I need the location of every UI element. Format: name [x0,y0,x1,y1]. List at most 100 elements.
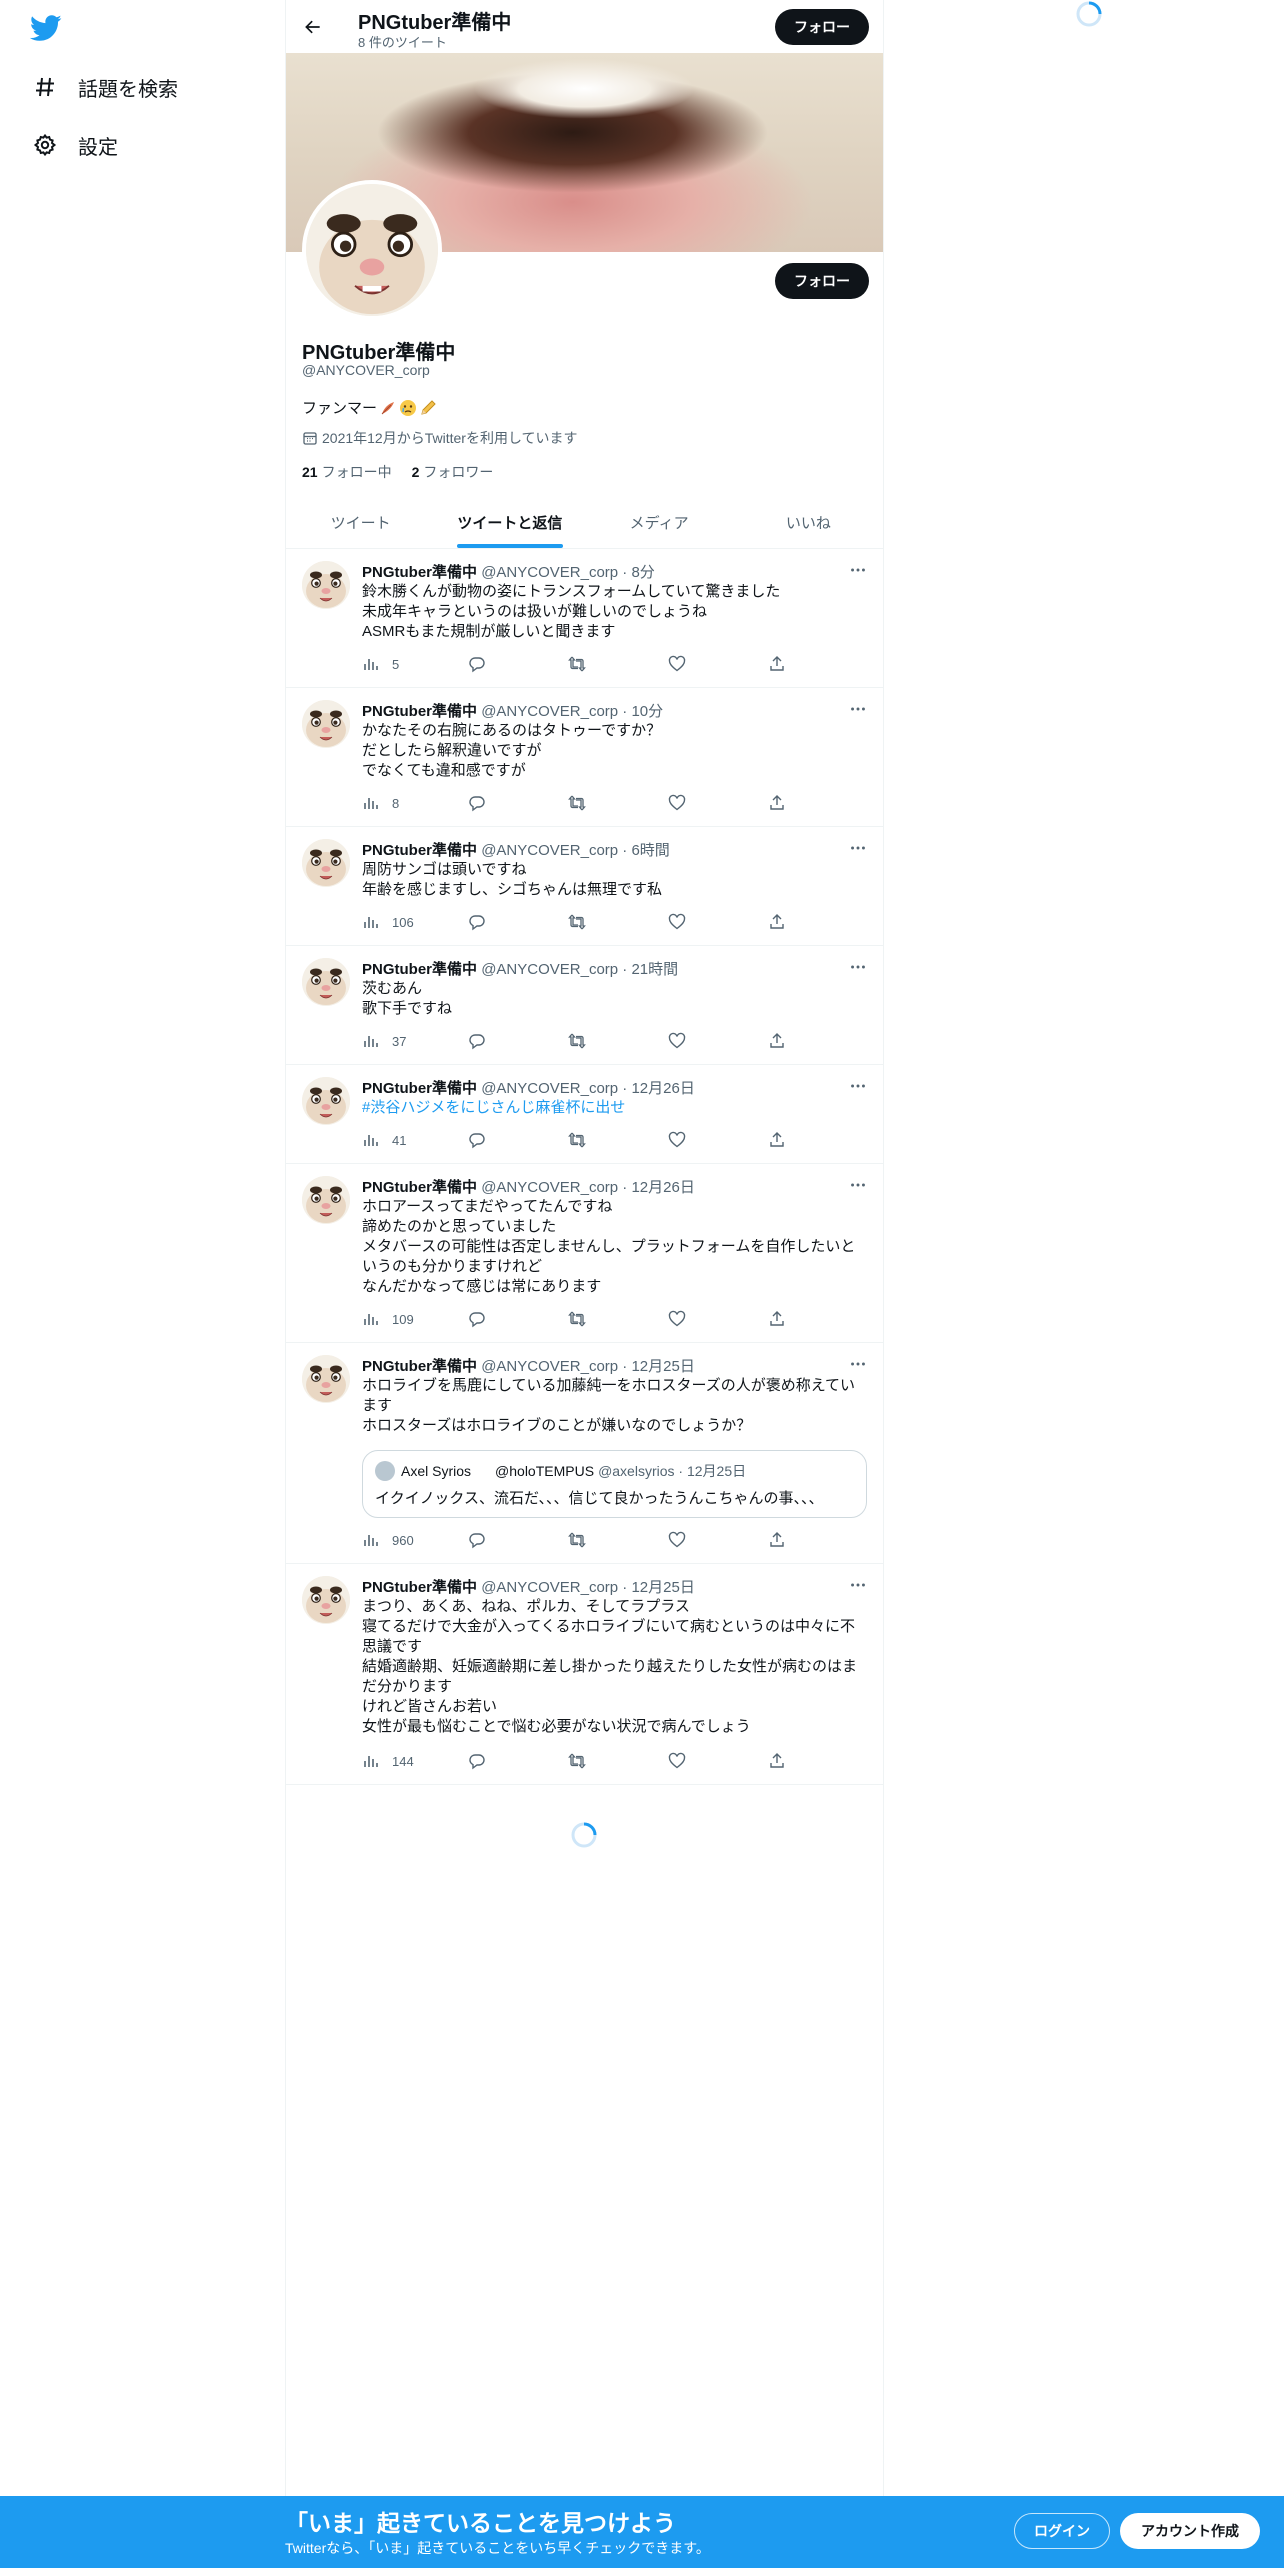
retweet-button[interactable] [568,1032,586,1050]
tweet-handle-time[interactable]: @ANYCOVER_corp · 12月26日 [481,1179,695,1196]
more-options-icon[interactable] [847,1174,869,1196]
retweet-button[interactable] [568,913,586,931]
tweet[interactable]: PNGtuber準備中 @ANYCOVER_corp · 6時間 周防サンゴは頭い… [286,827,883,946]
reply-button[interactable] [468,1531,486,1549]
tweet-author-name[interactable]: PNGtuber準備中 [362,1179,477,1196]
reply-button[interactable] [468,913,486,931]
retweet-button[interactable] [568,1531,586,1549]
tweet-author-name[interactable]: PNGtuber準備中 [362,703,477,720]
tab-tweets[interactable]: ツイート [286,496,435,548]
tweet-avatar[interactable] [302,700,350,748]
retweet-button[interactable] [568,794,586,812]
tweet-author-name[interactable]: PNGtuber準備中 [362,842,477,859]
more-options-icon[interactable] [847,698,869,720]
tweet[interactable]: PNGtuber準備中 @ANYCOVER_corp · 21時間 茨むあん 歌下手… [286,946,883,1065]
nav-explore[interactable]: 話題を検索 [32,65,178,109]
more-options-icon[interactable] [847,559,869,581]
retweet-button[interactable] [568,1310,586,1328]
tweet-author-name[interactable]: PNGtuber準備中 [362,961,477,978]
tweet-author-name[interactable]: PNGtuber準備中 [362,1579,477,1596]
hashtag-link[interactable]: #渋谷ハジメをにじさんじ麻雀杯に出せ [362,1098,867,1118]
tweet[interactable]: PNGtuber準備中 @ANYCOVER_corp · 10分 かなたその右腕に… [286,688,883,827]
tweet-author-name[interactable]: PNGtuber準備中 [362,1080,477,1097]
tweet-avatar[interactable] [302,1077,350,1125]
tweet-avatar[interactable] [302,561,350,609]
like-button[interactable] [668,1032,686,1050]
reply-button[interactable] [468,655,486,673]
reply-button[interactable] [468,1752,486,1770]
back-arrow-icon[interactable] [296,10,330,44]
tweet-avatar[interactable] [302,958,350,1006]
login-button[interactable]: ログイン [1014,2513,1110,2549]
tweet-avatar[interactable] [302,1576,350,1624]
share-button[interactable] [768,1310,786,1328]
following-link[interactable]: 21 フォロー中 [302,462,392,482]
views-button[interactable]: 144 [362,1752,414,1770]
tweet-avatar[interactable] [302,1176,350,1224]
like-button[interactable] [668,794,686,812]
reply-button[interactable] [468,1310,486,1328]
tweet-handle-time[interactable]: @ANYCOVER_corp · 6時間 [481,842,670,859]
profile-name: PNGtuber準備中 [302,342,456,364]
tweet-handle-time[interactable]: @ANYCOVER_corp · 12月26日 [481,1080,695,1097]
share-button[interactable] [768,1752,786,1770]
views-button[interactable]: 8 [362,794,399,812]
share-button[interactable] [768,1531,786,1549]
reply-icon [468,1310,486,1328]
like-button[interactable] [668,655,686,673]
tab-likes[interactable]: いいね [734,496,883,548]
twitter-bird-icon[interactable] [29,12,66,48]
profile-follow-button[interactable]: フォロー [775,263,869,299]
tweet-handle-time[interactable]: @ANYCOVER_corp · 10分 [481,703,663,720]
tweet[interactable]: PNGtuber準備中 @ANYCOVER_corp · 12月26日 ホロアース… [286,1164,883,1343]
like-button[interactable] [668,1310,686,1328]
views-button[interactable]: 106 [362,913,414,931]
share-button[interactable] [768,1032,786,1050]
share-button[interactable] [768,1131,786,1149]
share-button[interactable] [768,655,786,673]
quoted-tweet[interactable]: Axel Syrios @holoTEMPUS @axelsyrios · 12月2… [362,1450,867,1518]
retweet-button[interactable] [568,1752,586,1770]
like-button[interactable] [668,1131,686,1149]
tweet-avatar[interactable] [302,1355,350,1403]
reply-button[interactable] [468,1131,486,1149]
views-button[interactable]: 960 [362,1531,414,1549]
like-button[interactable] [668,913,686,931]
tweet-avatar[interactable] [302,839,350,887]
share-button[interactable] [768,794,786,812]
more-options-icon[interactable] [847,1075,869,1097]
profile-avatar[interactable] [302,180,442,320]
like-icon [668,655,686,673]
share-button[interactable] [768,913,786,931]
views-button[interactable]: 37 [362,1032,406,1050]
reply-button[interactable] [468,794,486,812]
create-account-button[interactable]: アカウント作成 [1120,2513,1260,2549]
tweet-handle-time[interactable]: @ANYCOVER_corp · 8分 [481,564,655,581]
tweet-handle-time[interactable]: @ANYCOVER_corp · 12月25日 [481,1579,695,1596]
views-button[interactable]: 109 [362,1310,414,1328]
tweet-author-name[interactable]: PNGtuber準備中 [362,564,477,581]
more-options-icon[interactable] [847,1574,869,1596]
tweet-handle-time[interactable]: @ANYCOVER_corp · 21時間 [481,961,678,978]
reply-button[interactable] [468,1032,486,1050]
more-options-icon[interactable] [847,956,869,978]
tweet-handle-time[interactable]: @ANYCOVER_corp · 12月25日 [481,1358,695,1375]
tweet[interactable]: PNGtuber準備中 @ANYCOVER_corp · 12月25日 まつり、あ… [286,1564,883,1785]
like-button[interactable] [668,1752,686,1770]
nav-settings[interactable]: 設定 [32,123,118,167]
tweet-author-name[interactable]: PNGtuber準備中 [362,1358,477,1375]
retweet-button[interactable] [568,1131,586,1149]
views-button[interactable]: 41 [362,1131,406,1149]
tweet[interactable]: PNGtuber準備中 @ANYCOVER_corp · 8分 鈴木勝くんが動物の… [286,549,883,688]
like-button[interactable] [668,1531,686,1549]
tweet[interactable]: PNGtuber準備中 @ANYCOVER_corp · 12月26日 #渋谷ハジ… [286,1065,883,1164]
followers-link[interactable]: 2 フォロワー [412,462,494,482]
tweet[interactable]: PNGtuber準備中 @ANYCOVER_corp · 12月25日 ホロライブ… [286,1343,883,1564]
header-follow-button[interactable]: フォロー [775,9,869,45]
retweet-button[interactable] [568,655,586,673]
tab-tweets-and-replies[interactable]: ツイートと返信 [435,496,584,548]
views-button[interactable]: 5 [362,655,399,673]
tab-media[interactable]: メディア [585,496,734,548]
more-options-icon[interactable] [847,837,869,859]
more-options-icon[interactable] [847,1353,869,1375]
